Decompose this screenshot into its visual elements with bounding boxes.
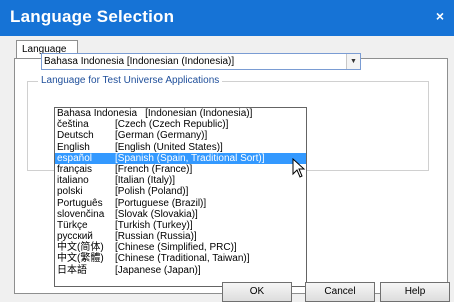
- language-native-name: 中文(繁體): [57, 253, 104, 265]
- list-item[interactable]: Português [Portuguese (Brazil)]: [55, 198, 306, 209]
- language-native-name: polski: [57, 186, 83, 198]
- group-label: Language for Test Universe Applications: [38, 75, 223, 86]
- cancel-button[interactable]: Cancel: [305, 282, 375, 302]
- language-english-name: [Polish (Poland)]: [115, 186, 189, 198]
- list-item[interactable]: español [Spanish (Spain, Traditional Sort…: [55, 152, 306, 164]
- language-native-name: русский: [57, 231, 93, 243]
- list-item[interactable]: polski [Polish (Poland)]: [55, 186, 306, 197]
- language-native-name: čeština: [57, 119, 89, 131]
- title-bar[interactable]: Language Selection ×: [0, 0, 454, 36]
- language-combobox[interactable]: Bahasa Indonesia [Indonesian (Indonesia)…: [41, 53, 361, 70]
- language-english-name: [Indonesian (Indonesia)]: [145, 108, 253, 119]
- chevron-down-icon[interactable]: ▼: [346, 54, 360, 69]
- language-native-name: Bahasa Indonesia: [57, 108, 138, 119]
- language-english-name: [Portuguese (Brazil)]: [115, 197, 207, 209]
- list-item[interactable]: русский [Russian (Russia)]: [55, 231, 306, 242]
- list-item[interactable]: 中文(简体) [Chinese (Simplified, PRC)]: [55, 242, 306, 253]
- language-dropdown-list[interactable]: Bahasa Indonesia [Indonesian (Indonesia)]…: [54, 107, 307, 287]
- ok-button[interactable]: OK: [222, 282, 292, 302]
- language-native-name: English: [57, 141, 90, 153]
- language-native-name: 日本語: [57, 264, 87, 276]
- language-english-name: [Chinese (Traditional, Taiwan)]: [115, 253, 250, 265]
- list-item[interactable]: Türkçe [Turkish (Turkey)]: [55, 220, 306, 231]
- close-icon[interactable]: ×: [432, 8, 448, 24]
- language-english-name: [French (France)]: [115, 163, 193, 175]
- list-item[interactable]: français [French (France)]: [55, 164, 306, 175]
- language-native-name: Português: [57, 197, 103, 209]
- list-item[interactable]: čeština [Czech (Czech Republic)]: [55, 119, 306, 130]
- help-button[interactable]: Help: [380, 282, 450, 302]
- list-item[interactable]: Bahasa Indonesia [Indonesian (Indonesia)]: [55, 108, 306, 119]
- language-english-name: [English (United States)]: [115, 141, 223, 153]
- list-item[interactable]: 中文(繁體) [Chinese (Traditional, Taiwan)]: [55, 253, 306, 264]
- language-english-name: [Russian (Russia)]: [115, 231, 197, 243]
- language-english-name: [Italian (Italy)]: [115, 175, 176, 187]
- language-english-name: [Japanese (Japan)]: [115, 264, 201, 276]
- language-native-name: español: [57, 152, 93, 164]
- language-native-name: slovenčina: [57, 208, 105, 220]
- list-item[interactable]: English [English (United States)]: [55, 142, 306, 153]
- language-english-name: [German (Germany)]: [115, 130, 208, 142]
- language-english-name: [Chinese (Simplified, PRC)]: [115, 242, 237, 254]
- language-english-name: [Spanish (Spain, Traditional Sort)]: [115, 152, 265, 164]
- window-title: Language Selection: [10, 7, 175, 26]
- list-item[interactable]: 日本語 [Japanese (Japan)]: [55, 265, 306, 276]
- list-item[interactable]: italiano [Italian (Italy)]: [55, 175, 306, 186]
- language-native-name: italiano: [57, 175, 89, 187]
- list-item[interactable]: Deutsch [German (Germany)]: [55, 130, 306, 141]
- language-english-name: [Czech (Czech Republic)]: [115, 119, 229, 131]
- language-native-name: Türkçe: [57, 219, 88, 231]
- combo-value: Bahasa Indonesia [Indonesian (Indonesia)…: [44, 56, 235, 67]
- language-selection-dialog: Language Selection × Language Language f…: [0, 0, 454, 302]
- language-native-name: français: [57, 163, 93, 175]
- language-native-name: Deutsch: [57, 130, 94, 142]
- language-english-name: [Slovak (Slovakia)]: [115, 208, 198, 220]
- mouse-pointer-icon: [292, 158, 306, 178]
- list-item[interactable]: slovenčina [Slovak (Slovakia)]: [55, 209, 306, 220]
- language-english-name: [Turkish (Turkey)]: [115, 219, 193, 231]
- language-native-name: 中文(简体): [57, 242, 104, 254]
